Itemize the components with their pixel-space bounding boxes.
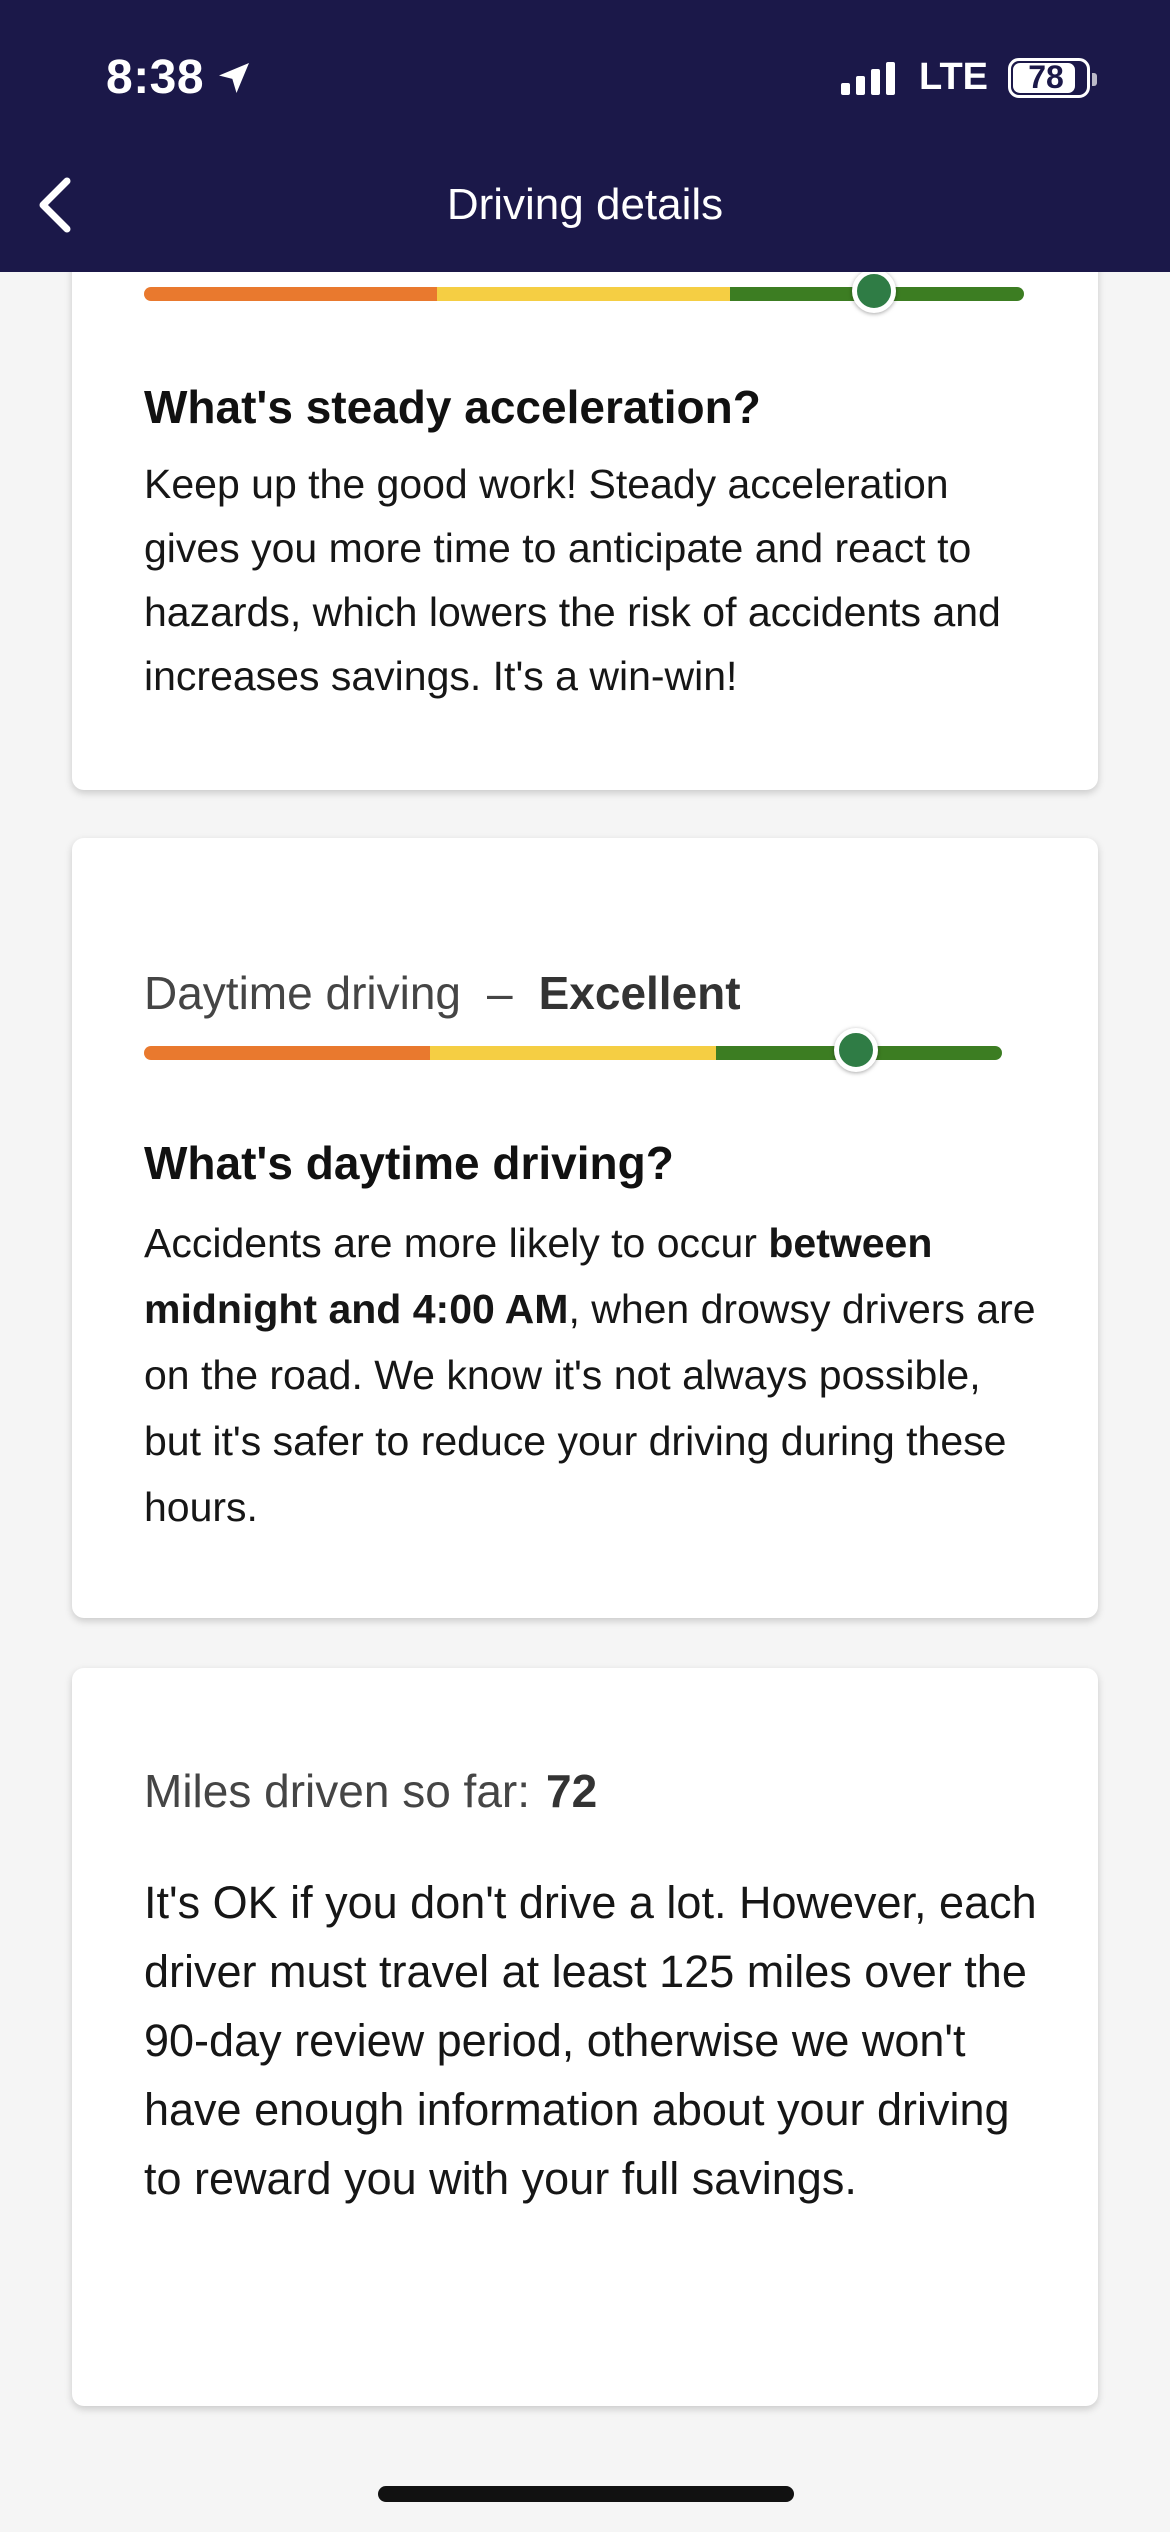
- home-indicator[interactable]: [378, 2486, 794, 2502]
- cellular-signal-icon: [841, 61, 896, 95]
- network-type: LTE: [919, 56, 988, 98]
- explanation-text: Accidents are more likely to occur betwe…: [144, 1210, 1044, 1540]
- metric-value: Excellent: [538, 967, 741, 1019]
- status-time: 8:38: [106, 50, 254, 105]
- slider-knob: [834, 1028, 878, 1072]
- page-title: Driving details: [446, 180, 724, 229]
- question-title: What's steady acceleration?: [144, 381, 761, 433]
- explanation-text-start: Accidents are more likely to occur: [144, 1220, 769, 1266]
- battery-level: 78: [1028, 59, 1064, 95]
- app-header: 8:38 LTE 78 Driving details: [0, 0, 1170, 272]
- status-time-text: 8:38: [106, 51, 205, 104]
- daytime-driving-card: Daytime driving – Excellent What's dayti…: [72, 838, 1098, 1618]
- metric-separator: –: [487, 967, 513, 1019]
- miles-driven-card: Miles driven so far: 72 It's OK if you d…: [72, 1668, 1098, 2406]
- question-title: What's daytime driving?: [144, 1137, 674, 1189]
- metric-label: Miles driven so far:: [144, 1765, 531, 1817]
- score-slider: [144, 269, 1024, 313]
- explanation-text: Keep up the good work! Steady accelerati…: [144, 461, 1001, 699]
- slider-knob: [852, 269, 896, 313]
- battery-icon: 78: [1008, 57, 1097, 98]
- score-slider: [144, 1028, 1002, 1072]
- metric-value: 72: [546, 1765, 598, 1817]
- location-arrow-icon: [219, 62, 250, 93]
- metric-label: Daytime driving: [144, 967, 461, 1019]
- status-indicators: LTE 78: [841, 56, 1097, 99]
- metric-row: Miles driven so far: 72: [144, 1764, 597, 1818]
- explanation-text: It's OK if you don't drive a lot. Howeve…: [144, 1877, 1037, 2204]
- metric-row: Daytime driving – Excellent: [144, 966, 741, 1020]
